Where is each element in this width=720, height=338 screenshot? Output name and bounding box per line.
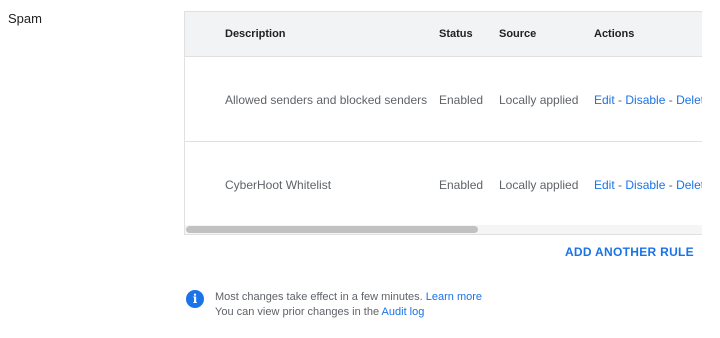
rules-table: Description Status Source Actions Allowe…	[184, 11, 702, 235]
column-header-status[interactable]: Status	[439, 28, 473, 40]
delete-link[interactable]: Delete	[676, 93, 702, 107]
disable-link[interactable]: Disable	[625, 178, 665, 192]
audit-log-link[interactable]: Audit log	[382, 306, 425, 318]
info-line-2: You can view prior changes in the Audit …	[215, 305, 482, 320]
delete-link[interactable]: Delete	[676, 178, 702, 192]
add-another-rule-button[interactable]: ADD ANOTHER RULE	[565, 245, 694, 259]
learn-more-link[interactable]: Learn more	[426, 291, 482, 303]
info-line-1-text: Most changes take effect in a few minute…	[215, 291, 423, 303]
action-separator: -	[665, 178, 677, 192]
rule-description: Allowed senders and blocked senders	[225, 93, 428, 107]
rule-source: Locally applied	[499, 93, 579, 107]
column-header-actions: Actions	[594, 28, 635, 40]
rule-actions: Edit - Disable - Delete	[594, 178, 702, 192]
info-text: Most changes take effect in a few minute…	[215, 290, 482, 320]
column-header-description[interactable]: Description	[225, 28, 286, 40]
scrollbar-thumb[interactable]	[186, 226, 478, 233]
table-header: Description Status Source Actions	[185, 12, 702, 57]
action-separator: -	[614, 178, 626, 192]
table-row: CyberHoot Whitelist Enabled Locally appl…	[185, 142, 702, 227]
action-separator: -	[614, 93, 626, 107]
rule-status: Enabled	[439, 93, 484, 107]
edit-link[interactable]: Edit	[594, 178, 615, 192]
edit-link[interactable]: Edit	[594, 93, 615, 107]
disable-link[interactable]: Disable	[625, 93, 665, 107]
rule-status: Enabled	[439, 178, 484, 192]
action-separator: -	[665, 93, 677, 107]
horizontal-scrollbar[interactable]	[185, 225, 702, 234]
info-line-1: Most changes take effect in a few minute…	[215, 290, 482, 305]
section-label-spam: Spam	[8, 11, 42, 26]
rule-source: Locally applied	[499, 178, 579, 192]
table-row: Allowed senders and blocked senders Enab…	[185, 57, 702, 142]
rule-actions: Edit - Disable - Delete	[594, 93, 702, 107]
info-icon: i	[186, 290, 204, 308]
info-line-2-text: You can view prior changes in the	[215, 306, 380, 318]
rule-description: CyberHoot Whitelist	[225, 178, 332, 192]
column-header-source[interactable]: Source	[499, 28, 536, 40]
